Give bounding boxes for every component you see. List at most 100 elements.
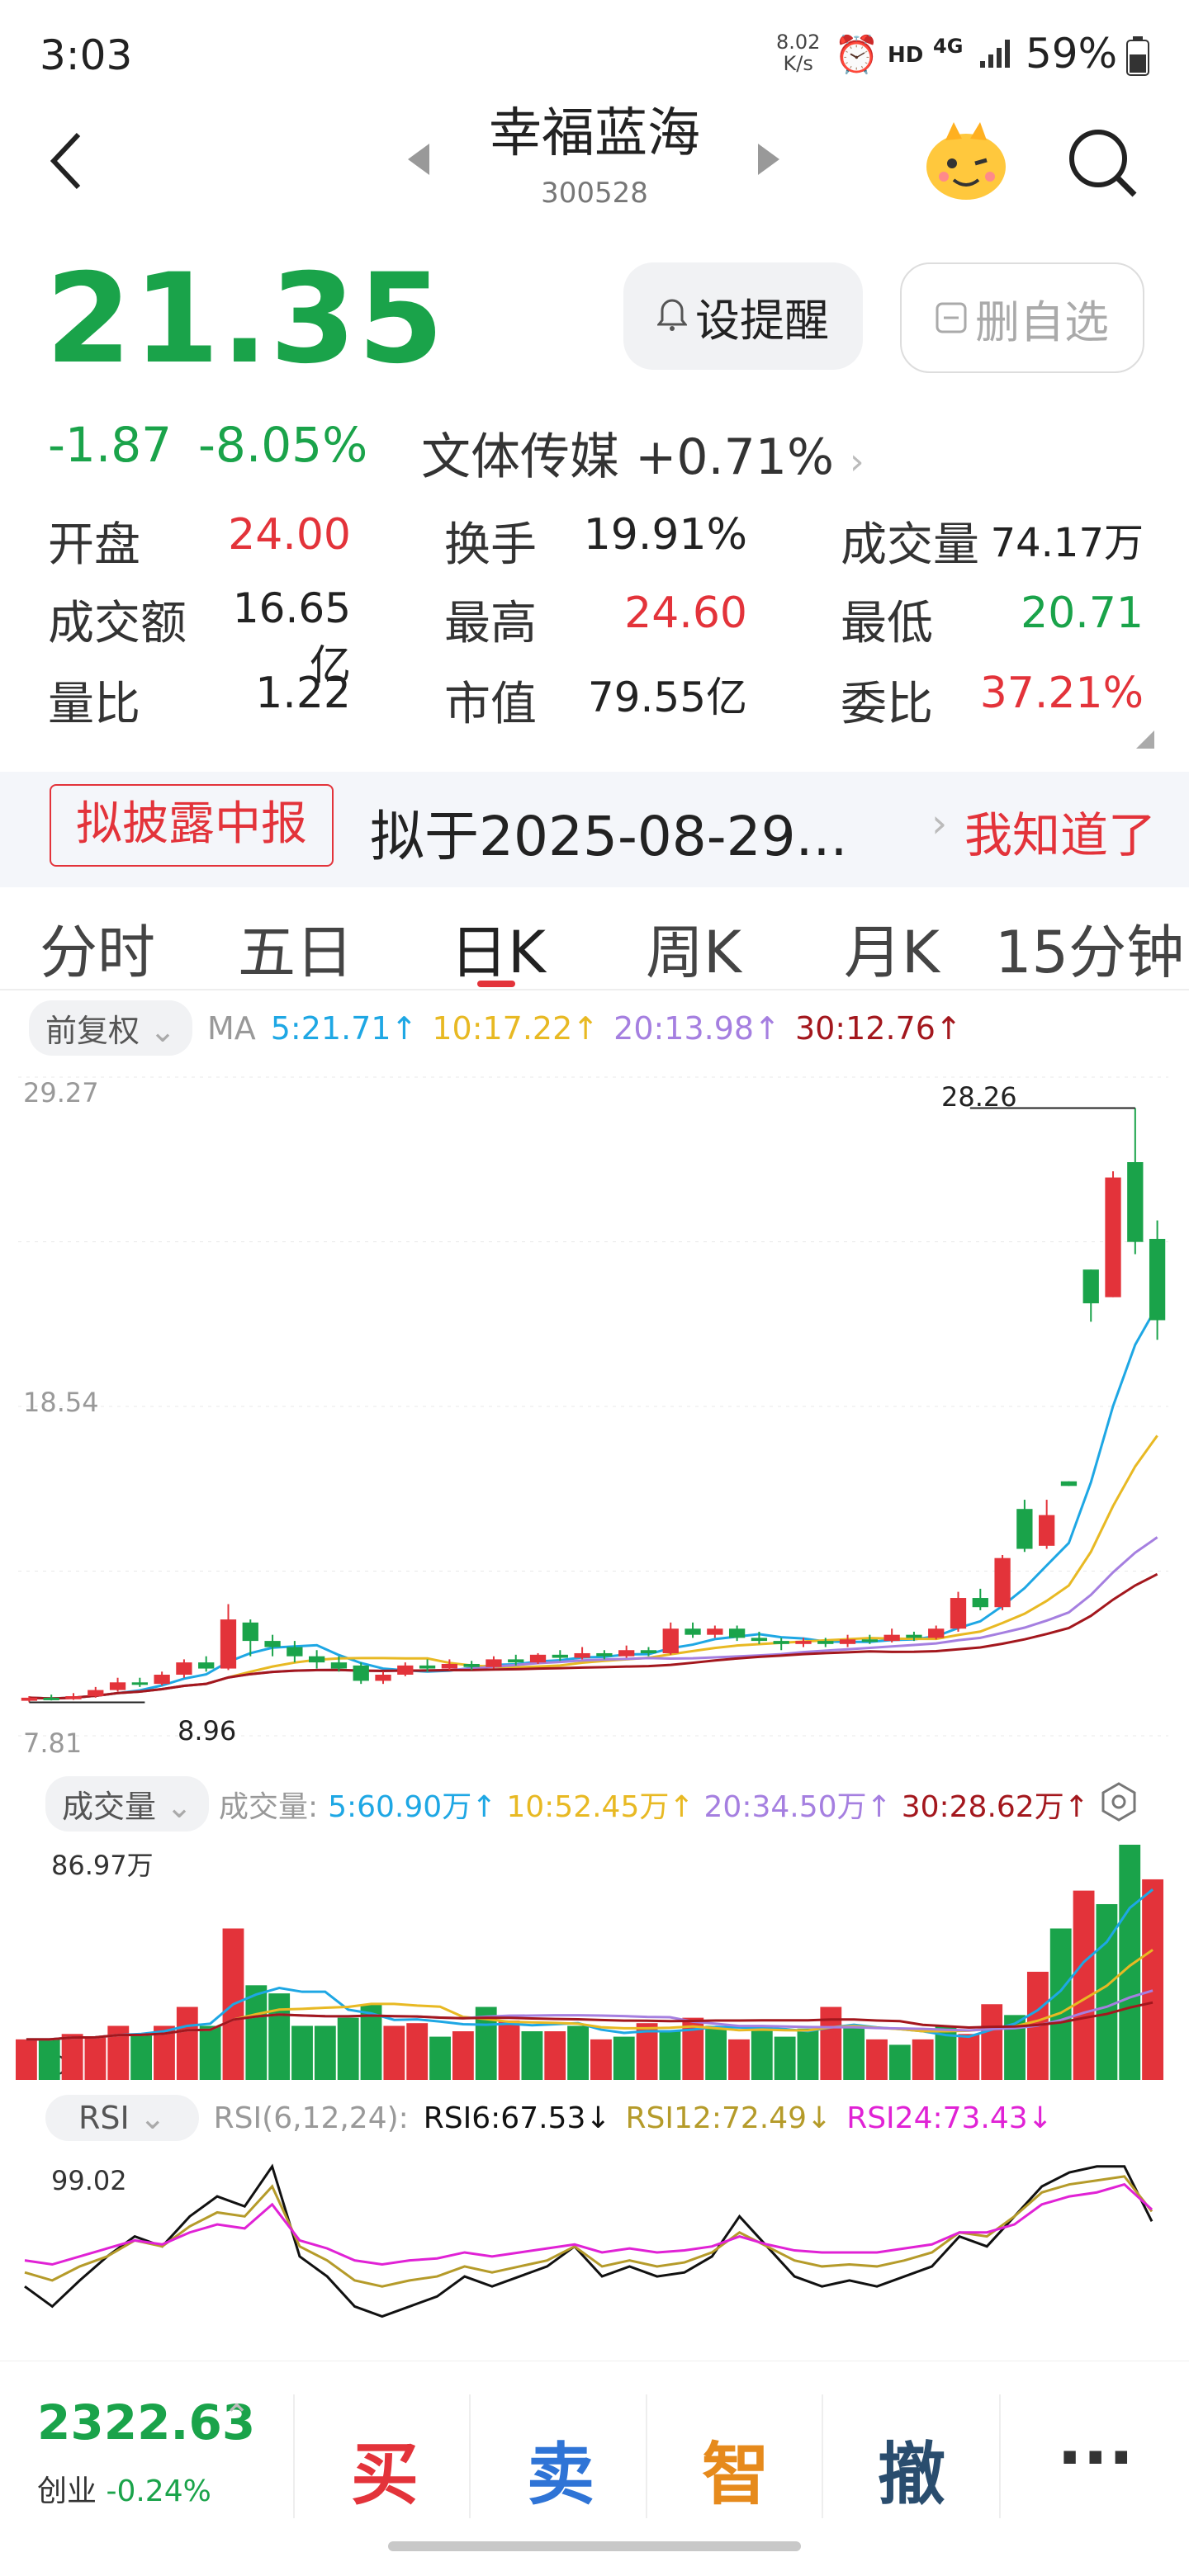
candle (154, 1671, 170, 1686)
candle-body (1016, 1509, 1033, 1549)
candle-body (928, 1628, 945, 1638)
more-button[interactable]: ··· (1057, 2419, 1134, 2498)
report-text[interactable]: 拟于2025-08-29... (370, 792, 848, 872)
candle (994, 1554, 1011, 1610)
volume-ratio-value: 1.22 (255, 669, 351, 718)
settings-icon[interactable] (1098, 1781, 1139, 1826)
volume-select[interactable]: 成交量 ⌄ (45, 1776, 209, 1832)
candle-body (1149, 1238, 1166, 1321)
ma-prefix: MA (206, 1009, 256, 1047)
volume-bar (176, 2006, 198, 2080)
volume-y-top: 86.97万 (51, 1850, 154, 1881)
last-price: 21.35 (45, 248, 446, 391)
kline-min-label: 8.96 (178, 1715, 236, 1746)
volume-ratio-label: 量比 (48, 678, 140, 731)
volume-bar (544, 2031, 566, 2080)
candle (883, 1628, 900, 1642)
kline-y-mid: 18.54 (23, 1387, 99, 1418)
set-alert-button[interactable]: 设提醒 (623, 262, 863, 370)
tab-monthly-k[interactable]: 月K (844, 906, 940, 990)
candle (1016, 1500, 1033, 1553)
volume-chart[interactable]: 86.97万 0 (0, 1836, 1189, 2084)
volume-bar (866, 2039, 888, 2080)
candle (264, 1634, 281, 1657)
candle-body (751, 1638, 768, 1642)
tabs-divider (0, 989, 1189, 990)
remove-watchlist-button[interactable]: 删自选 (900, 262, 1144, 373)
tab-daily-k[interactable]: 日K (450, 906, 546, 990)
tab-15min[interactable]: 15分钟 (995, 906, 1184, 990)
volume-bar (521, 2031, 543, 2080)
adjust-select[interactable]: 前复权 ⌄ (29, 1000, 192, 1056)
rsi24-legend: RSI24:73.43↓ (846, 2101, 1053, 2135)
candle-body (1127, 1162, 1144, 1242)
stock-title: 幸福蓝海 300528 (429, 91, 760, 210)
net-speed-value: 8.02 (776, 31, 821, 54)
chevron-down-icon: ⌄ (149, 1013, 176, 1049)
dismiss-button[interactable]: 我知道了 (964, 796, 1156, 866)
candle-body (817, 1641, 834, 1644)
search-icon[interactable] (1065, 125, 1139, 203)
buy-button[interactable]: 买 (351, 2419, 419, 2517)
volume-bar (130, 2034, 153, 2080)
tab-five-day[interactable]: 五日 (238, 906, 353, 990)
candle (88, 1686, 104, 1698)
active-tab-indicator (477, 981, 515, 987)
rsi-chart[interactable]: 99.02 (0, 2150, 1189, 2361)
candle-body (795, 1641, 812, 1644)
candle-body (685, 1628, 701, 1635)
chevron-down-icon: ⌄ (166, 1789, 192, 1825)
candle (109, 1677, 126, 1692)
sector-link[interactable]: 文体传媒 +0.71% › (421, 417, 865, 489)
candle-body (662, 1628, 679, 1653)
candle-body (906, 1634, 922, 1638)
candle (972, 1588, 988, 1610)
candle-body (728, 1628, 746, 1638)
volume-bar (61, 2034, 83, 2080)
vol-ma30-legend: 30:28.62万↑ (901, 1789, 1089, 1824)
period-tabs: 分时 五日 日K 周K 月K 15分钟 (0, 891, 1189, 990)
hd-indicator: HD (888, 43, 924, 68)
ma5-legend: 5:21.71↑ (270, 1009, 418, 1047)
stock-header: 幸福蓝海 300528 (0, 91, 1189, 231)
smart-button[interactable]: 智 (702, 2419, 770, 2517)
candle (529, 1652, 547, 1664)
volume-bar (268, 1993, 291, 2080)
rsi-legend: RSI ⌄ RSI(6,12,24): RSI6:67.53↓ RSI12:72… (45, 2095, 1053, 2141)
chevron-down-icon: ⌄ (139, 2100, 166, 2136)
candle (685, 1622, 701, 1638)
candle-body (176, 1662, 192, 1676)
divider (469, 2394, 471, 2518)
kline-chart[interactable]: 29.27 18.54 7.81 28.26 8.96 (0, 1061, 1189, 1762)
rsi6-legend: RSI6:67.53↓ (423, 2101, 611, 2135)
candle (1149, 1220, 1166, 1340)
candle-body (441, 1663, 458, 1669)
rsi-select[interactable]: RSI ⌄ (45, 2095, 199, 2141)
volume-bar (1049, 1928, 1072, 2080)
tab-weekly-k[interactable]: 周K (646, 906, 741, 990)
low-value: 20.71 (1021, 588, 1144, 638)
sector-name: 文体传媒 (421, 428, 619, 486)
volume-bar (820, 2006, 842, 2080)
kline-y-bot: 7.81 (23, 1728, 82, 1759)
mascot-icon[interactable] (921, 116, 1011, 210)
tab-intraday[interactable]: 分时 (40, 906, 155, 990)
order-ratio-value: 37.21% (979, 669, 1144, 718)
volume-bar (705, 2025, 727, 2080)
stock-name: 幸福蓝海 (489, 103, 700, 164)
next-stock-icon[interactable] (753, 140, 783, 182)
candle (220, 1604, 237, 1671)
candle (1105, 1171, 1121, 1297)
volume-legend: 成交量 ⌄ 成交量: 5:60.90万↑ 10:52.45万↑ 20:34.50… (45, 1776, 1089, 1832)
volume-bar (659, 2031, 681, 2080)
back-icon[interactable] (45, 128, 87, 197)
cancel-order-button[interactable]: 撤 (878, 2419, 945, 2517)
candle (928, 1625, 945, 1640)
volume-bar (245, 1985, 268, 2080)
candle (486, 1656, 502, 1669)
volume-bar (314, 2025, 336, 2080)
expand-corner-icon[interactable] (1136, 730, 1154, 752)
candle-body (486, 1659, 502, 1667)
sell-button[interactable]: 卖 (527, 2419, 594, 2517)
candle-body (131, 1682, 148, 1685)
